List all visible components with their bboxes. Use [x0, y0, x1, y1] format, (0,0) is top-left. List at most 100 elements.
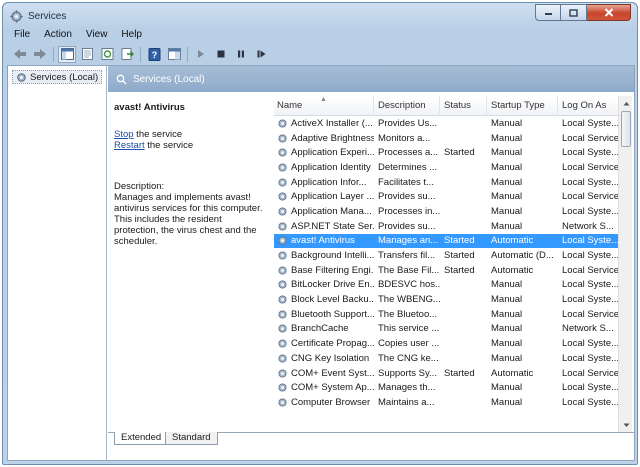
table-row[interactable]: BranchCache This service ... Manual Network…	[274, 322, 618, 337]
service-description: Determines ...	[378, 161, 438, 173]
service-name: avast! Antivirus	[291, 235, 355, 247]
service-log-on-as: Local Syste...	[562, 294, 618, 306]
service-name-cell: ASP.NET State Ser...	[274, 221, 374, 232]
table-row[interactable]: Background Intelli... Transfers fil... Sta…	[274, 248, 618, 263]
services-list: ▲ Name Description Status Startup Type L…	[274, 96, 618, 432]
service-gear-icon	[278, 133, 287, 143]
console-tree-button[interactable]	[58, 45, 76, 63]
service-gear-icon	[278, 178, 287, 187]
console-tree-icon	[60, 48, 74, 60]
tab-standard[interactable]: Standard	[165, 432, 218, 445]
refresh-icon	[101, 48, 113, 60]
service-description: The WBENG...	[378, 294, 440, 306]
stop-icon	[217, 50, 225, 58]
table-row-selected[interactable]: avast! Antivirus Manages an... Started Auto…	[274, 233, 618, 249]
service-startup-type: Manual	[491, 352, 523, 364]
title-bar[interactable]: Services	[3, 3, 637, 29]
service-description: Facilitates t...	[378, 176, 434, 188]
table-row[interactable]: Application Infor... Facilitates t... Manu…	[274, 175, 618, 190]
service-startup-type: Manual	[491, 132, 523, 144]
service-startup-type: Automatic	[491, 235, 534, 247]
table-row[interactable]: Application Layer ... Provides su... Manua…	[274, 189, 618, 204]
tab-extended[interactable]: Extended	[114, 432, 169, 445]
minimize-button[interactable]	[535, 4, 561, 21]
column-header-log-on-as[interactable]: Log On As	[558, 96, 618, 116]
service-name-cell: ActiveX Installer (...	[274, 118, 374, 129]
service-gear-icon	[278, 354, 287, 363]
service-name: COM+ System Ap...	[291, 382, 374, 394]
column-header-status[interactable]: Status	[440, 96, 487, 116]
restart-service-button[interactable]	[252, 46, 270, 63]
scroll-up-button[interactable]	[619, 96, 633, 110]
table-row[interactable]: Adaptive Brightness Monitors a... Manual Lo…	[274, 131, 618, 146]
menu-file[interactable]: File	[7, 27, 37, 44]
table-row[interactable]: ActiveX Installer (... Provides Us... Manu…	[274, 116, 618, 131]
properties-button[interactable]	[78, 46, 96, 63]
pause-service-button[interactable]	[232, 46, 250, 63]
service-status: Started	[444, 235, 475, 247]
service-log-on-as: Local Syste...	[562, 147, 618, 159]
refresh-button[interactable]	[98, 46, 116, 63]
service-log-on-as: Local Syste...	[562, 396, 618, 408]
service-startup-type: Manual	[491, 147, 523, 159]
show-hide-button[interactable]	[165, 46, 183, 63]
tree-item-services-local[interactable]: Services (Local)	[12, 70, 103, 84]
service-gear-icon	[278, 148, 287, 157]
menu-help[interactable]: Help	[114, 27, 149, 44]
column-header-name[interactable]: ▲ Name	[274, 96, 374, 116]
service-name-cell: Block Level Backu...	[274, 294, 374, 305]
service-name-cell: Adaptive Brightness	[274, 133, 374, 144]
table-row[interactable]: BitLocker Drive En... BDESVC hos... Manual…	[274, 278, 618, 293]
service-startup-type: Manual	[491, 338, 523, 350]
table-row[interactable]: ASP.NET State Ser... Provides su... Manual…	[274, 219, 618, 234]
table-row[interactable]: Application Identity Determines ... Manual…	[274, 160, 618, 175]
service-name-cell: COM+ System Ap...	[274, 382, 374, 393]
table-row[interactable]: Certificate Propag... Copies user ... Manu…	[274, 336, 618, 351]
menu-action[interactable]: Action	[37, 27, 79, 44]
service-name: Application Identity	[291, 161, 371, 173]
table-row[interactable]: Application Mana... Processes in... Manual…	[274, 204, 618, 219]
stop-service-link[interactable]: Stop	[114, 129, 134, 140]
back-button[interactable]	[11, 46, 29, 63]
restart-service-link[interactable]: Restart	[114, 140, 145, 151]
service-log-on-as: Local Syste...	[562, 382, 618, 394]
service-name-cell: BranchCache	[274, 323, 374, 334]
service-gear-icon	[278, 324, 287, 334]
scrollbar-thumb[interactable]	[621, 111, 631, 147]
view-tabs: Extended Standard	[108, 432, 634, 460]
service-description: Transfers fil...	[378, 250, 436, 262]
table-row[interactable]: CNG Key Isolation The CNG ke... Manual Loca…	[274, 351, 618, 366]
service-name-cell: COM+ Event Syst...	[274, 368, 374, 379]
close-button[interactable]	[587, 4, 631, 21]
service-description: The CNG ke...	[378, 352, 439, 364]
restart-icon	[257, 50, 265, 58]
service-startup-type: Manual	[491, 176, 523, 188]
stop-service-button[interactable]	[212, 46, 230, 63]
vertical-scrollbar[interactable]	[618, 96, 632, 432]
console-tree: Services (Local)	[8, 66, 107, 460]
forward-button[interactable]	[31, 46, 49, 63]
export-list-button[interactable]	[118, 46, 136, 63]
services-rows: ActiveX Installer (... Provides Us... Manu…	[274, 116, 618, 410]
table-row[interactable]: COM+ Event Syst... Supports Sy... Started A…	[274, 366, 618, 381]
table-row[interactable]: Bluetooth Support... The Bluetoo... Manual…	[274, 307, 618, 322]
scroll-down-button[interactable]	[619, 418, 633, 432]
service-name: ASP.NET State Ser...	[291, 220, 374, 232]
table-row[interactable]: Computer Browser Maintains a... Manual Loca…	[274, 395, 618, 410]
help-button[interactable]: ?	[145, 46, 163, 63]
description-label: Description:	[114, 181, 165, 192]
table-row[interactable]: Application Experi... Processes a... Start…	[274, 145, 618, 160]
column-header-startup-type[interactable]: Startup Type	[487, 96, 558, 116]
column-header-description[interactable]: Description	[374, 96, 440, 116]
table-row[interactable]: Block Level Backu... The WBENG... Manual Lo…	[274, 292, 618, 307]
start-service-button[interactable]	[192, 46, 210, 63]
table-row[interactable]: COM+ System Ap... Manages th... Manual Loca…	[274, 380, 618, 395]
stop-link-suffix: the service	[133, 129, 183, 140]
service-name-cell: Application Identity	[274, 162, 374, 173]
service-name: Application Mana...	[291, 205, 372, 217]
service-status: Started	[444, 367, 475, 379]
service-name-cell: Application Infor...	[274, 177, 374, 188]
menu-view[interactable]: View	[79, 27, 115, 44]
maximize-button[interactable]	[561, 4, 587, 21]
table-row[interactable]: Base Filtering Engi... The Base Fil... Sta…	[274, 263, 618, 278]
